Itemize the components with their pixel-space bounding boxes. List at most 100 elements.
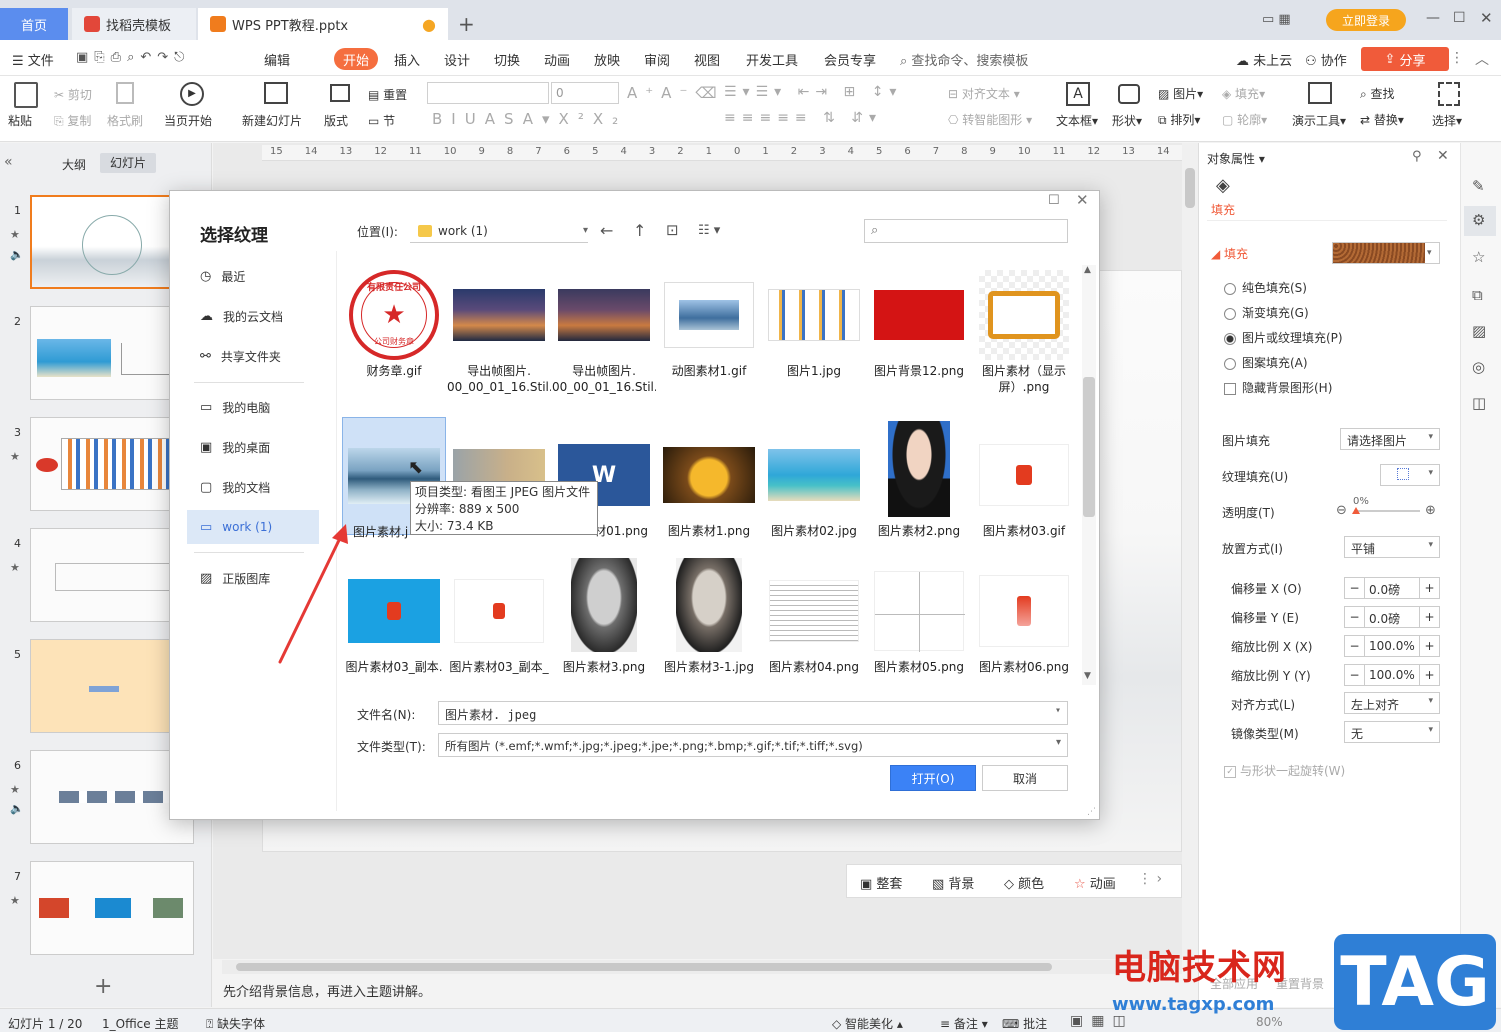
- new-tab-icon[interactable]: +: [458, 12, 475, 36]
- placement-select[interactable]: 平铺 ▾: [1344, 536, 1440, 558]
- transparency-plus-icon[interactable]: ⊕: [1425, 503, 1436, 518]
- maximize-icon[interactable]: ☐: [1453, 10, 1466, 26]
- tab-document[interactable]: WPS PPT教程.pptx ●: [198, 8, 448, 40]
- file-item[interactable]: 图片素材3.png: [552, 558, 656, 675]
- tab-fill[interactable]: 填充: [1211, 201, 1235, 218]
- arrange-button[interactable]: ⧉ 排列▾: [1158, 111, 1200, 128]
- menu-design[interactable]: 设计: [444, 50, 470, 69]
- paste-button[interactable]: 粘贴: [8, 112, 32, 129]
- fill-preview-dropdown[interactable]: ▾: [1332, 242, 1440, 264]
- zoom-level[interactable]: 80%: [1256, 1015, 1283, 1029]
- cloud-status[interactable]: ☁ 未上云: [1236, 50, 1292, 69]
- smart-art-button[interactable]: ⎔ 转智能图形 ▾: [948, 111, 1032, 128]
- star-icon[interactable]: ☆: [1472, 248, 1485, 266]
- fill-button[interactable]: ◈ 填充▾: [1222, 85, 1265, 102]
- menu-animation[interactable]: 动画: [544, 50, 570, 69]
- reset-button[interactable]: ▤ 重置: [368, 86, 407, 103]
- textbox-button[interactable]: 文本框▾: [1056, 112, 1098, 129]
- format-painter-button[interactable]: 格式刷: [107, 112, 143, 129]
- scale-x-stepper[interactable]: −100.0% +: [1344, 635, 1440, 657]
- file-item[interactable]: 图片素材03.gif: [972, 417, 1076, 539]
- file-item[interactable]: 动图素材1.gif: [657, 269, 761, 379]
- vertical-scroll-thumb[interactable]: [1185, 168, 1195, 208]
- transparency-minus-icon[interactable]: ⊖: [1336, 503, 1347, 518]
- new-folder-icon[interactable]: ⊡: [666, 221, 679, 239]
- fill-section-toggle[interactable]: ◢ 填充: [1211, 245, 1248, 262]
- file-item[interactable]: 图片素材2.png: [867, 417, 971, 539]
- property-panel-header[interactable]: 对象属性 ▾: [1207, 150, 1265, 167]
- up-arrow-icon[interactable]: ↑: [633, 221, 646, 240]
- notes-bar[interactable]: 先介绍背景信息，再进入主题讲解。: [213, 975, 1198, 1005]
- font-size-select[interactable]: 0: [551, 82, 619, 104]
- tab-outline[interactable]: 大纲: [62, 156, 86, 173]
- vertical-scrollbar[interactable]: [1182, 143, 1198, 959]
- collapse-panel-icon[interactable]: «: [4, 154, 13, 170]
- textbox-icon[interactable]: A: [1066, 82, 1090, 106]
- menu-view[interactable]: 视图: [694, 50, 720, 69]
- offset-y-stepper[interactable]: −0.0磅 +: [1344, 606, 1440, 628]
- menu-file[interactable]: ☰ 文件: [12, 50, 54, 69]
- nav-my-computer[interactable]: ▭ 我的电脑: [200, 392, 320, 422]
- color-button[interactable]: ◇ 颜色: [1004, 873, 1044, 892]
- copy-button[interactable]: ⎘ 复制: [54, 112, 91, 129]
- cancel-button[interactable]: 取消: [982, 765, 1068, 791]
- picture-button[interactable]: ▨ 图片▾: [1158, 85, 1203, 102]
- menu-start[interactable]: 开始: [334, 48, 378, 70]
- fill-solid-option[interactable]: 纯色填充(S): [1224, 279, 1307, 296]
- magic-icon[interactable]: ✎: [1472, 177, 1485, 195]
- file-item[interactable]: 图片素材05.png: [867, 565, 971, 675]
- presentation-tools-icon[interactable]: [1308, 82, 1332, 104]
- slide-thumb-7[interactable]: [30, 861, 194, 955]
- pin-icon[interactable]: ⚲: [1412, 149, 1422, 164]
- tab-slides[interactable]: 幻灯片: [100, 153, 156, 173]
- window-layout-icon[interactable]: ▭ ▦: [1262, 12, 1291, 27]
- add-slide-icon[interactable]: +: [94, 974, 112, 999]
- fill-picture-option[interactable]: 图片或纹理填充(P): [1224, 329, 1343, 346]
- nav-cloud-docs[interactable]: ☁ 我的云文档: [200, 301, 320, 331]
- select-button[interactable]: 选择▾: [1432, 112, 1462, 129]
- file-item[interactable]: 导出帧图片. 00_00_01_16.Stil...: [447, 269, 551, 395]
- file-grid-scroll-thumb[interactable]: [1083, 377, 1095, 517]
- nav-documents[interactable]: ▢ 我的文档: [200, 472, 320, 502]
- cut-button[interactable]: ✂ 剪切: [54, 86, 92, 103]
- fill-bucket-icon[interactable]: ◈: [1216, 175, 1230, 196]
- fill-gradient-option[interactable]: 渐变填充(G): [1224, 304, 1309, 321]
- comments-toggle[interactable]: ⌨ 批注: [1002, 1015, 1047, 1032]
- minimize-icon[interactable]: —: [1426, 10, 1440, 26]
- nav-desktop[interactable]: ▣ 我的桌面: [200, 432, 320, 462]
- list-icons[interactable]: ☰▾☰▾ ⇤⇥ ⊞ ↕▾: [724, 84, 902, 100]
- menu-edit[interactable]: 编辑: [264, 50, 290, 69]
- more-icon[interactable]: ⋮: [1450, 50, 1464, 66]
- file-item[interactable]: 图片素材04.png: [762, 565, 866, 675]
- file-item[interactable]: 图片素材1.png: [657, 417, 761, 539]
- outline-button[interactable]: ▢ 轮廓▾: [1222, 111, 1267, 128]
- beautify-button[interactable]: ◇ 智能美化 ▴: [832, 1015, 903, 1032]
- missing-font-button[interactable]: ⍰ 缺失字体: [206, 1015, 265, 1032]
- picture-fill-select[interactable]: 请选择图片 ▾: [1340, 428, 1440, 450]
- paragraph-align-icons[interactable]: ≡≡≡≡≡ ⇅ ⇵▾: [724, 110, 882, 126]
- section-button[interactable]: ▭ 节: [368, 112, 395, 129]
- dialog-close-icon[interactable]: ✕: [1076, 191, 1089, 209]
- login-button[interactable]: 立即登录: [1326, 9, 1406, 31]
- offset-x-stepper[interactable]: −0.0磅 +: [1344, 577, 1440, 599]
- transition-icon[interactable]: ⧉: [1472, 286, 1483, 304]
- layout-icon[interactable]: [330, 84, 350, 102]
- scroll-down-icon[interactable]: ▼: [1084, 671, 1091, 681]
- find-button[interactable]: ⌕ 查找: [1360, 85, 1395, 102]
- properties-icon[interactable]: ⚙: [1472, 211, 1485, 229]
- scale-y-value[interactable]: 100.0%: [1365, 665, 1419, 685]
- view-mode-icon[interactable]: ☷ ▾: [698, 223, 720, 238]
- file-item[interactable]: 图片素材02.jpg: [762, 417, 866, 539]
- select-icon[interactable]: [1438, 82, 1460, 106]
- hide-bg-checkbox[interactable]: 隐藏背景图形(H): [1224, 379, 1332, 396]
- animation-button[interactable]: ☆ 动画: [1074, 873, 1116, 892]
- scale-x-value[interactable]: 100.0%: [1365, 636, 1419, 656]
- scroll-up-icon[interactable]: ▲: [1084, 265, 1091, 275]
- menu-member[interactable]: 会员专享: [824, 50, 876, 69]
- compass-icon[interactable]: ◎: [1472, 358, 1485, 376]
- font-grow-shrink-icons[interactable]: A⁺A⁻⌫: [627, 84, 725, 102]
- dialog-search-input[interactable]: ⌕: [864, 219, 1068, 243]
- text-style-icons[interactable]: BIUASA▾X²X₂: [432, 110, 627, 128]
- file-item[interactable]: 有限责任公司 ★ 公司财务章 财务章.gif: [342, 269, 446, 379]
- font-family-select[interactable]: [427, 82, 549, 104]
